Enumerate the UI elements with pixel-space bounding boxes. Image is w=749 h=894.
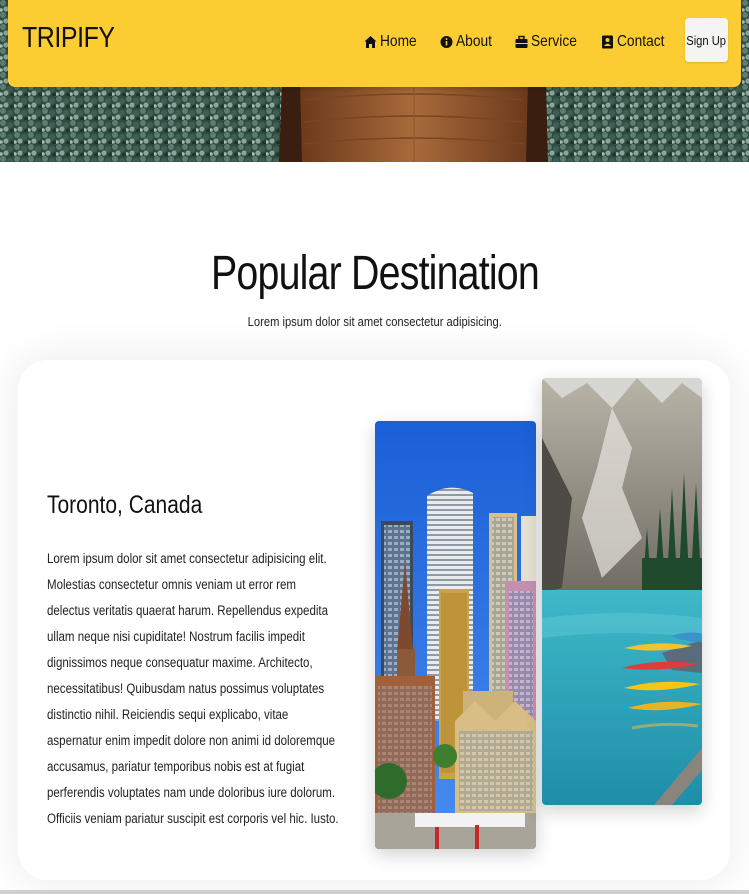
destination-description: Lorem ipsum dolor sit amet consectetur a… — [47, 551, 339, 826]
signup-button-label: Sign Up — [686, 32, 727, 48]
nav-link-about[interactable]: About — [440, 33, 495, 51]
nav-link-contact-label: Contact — [616, 33, 665, 50]
section-subtitle: Lorem ipsum dolor sit amet consectetur a… — [0, 314, 749, 329]
nav-link-home[interactable]: Home — [364, 33, 420, 51]
nav-link-contact[interactable]: Contact — [601, 33, 669, 51]
nav-link-home-label: Home — [380, 33, 417, 50]
destination-title-text: Toronto, Canada — [47, 491, 203, 519]
info-icon — [440, 35, 453, 49]
nav-link-about-label: About — [455, 33, 492, 50]
section-title-text: Popular Destination — [210, 247, 540, 300]
signup-button[interactable]: Sign Up — [685, 18, 728, 62]
brand-logo[interactable]: TRIPIFY — [22, 22, 115, 55]
page-bottom-divider — [0, 890, 749, 894]
contact-card-icon — [601, 35, 614, 49]
briefcase-icon — [515, 35, 528, 49]
city-photo — [375, 421, 536, 849]
home-icon — [364, 35, 377, 49]
section-subtitle-text: Lorem ipsum dolor sit amet consectetur a… — [247, 314, 502, 329]
destination-title: Toronto, Canada — [47, 491, 232, 520]
navbar: TRIPIFY Home About Service Contact Sign … — [8, 0, 741, 87]
nav-link-service[interactable]: Service — [515, 33, 581, 51]
section-title: Popular Destination — [0, 246, 749, 301]
nav-link-service-label: Service — [530, 33, 577, 50]
lake-photo — [542, 378, 702, 805]
nav-menu: Home About Service Contact — [344, 30, 669, 54]
